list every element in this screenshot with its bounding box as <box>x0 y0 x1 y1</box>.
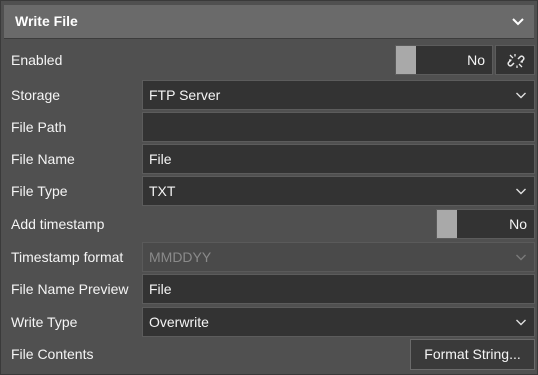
chevron-down-icon <box>516 254 526 261</box>
file-type-value: TXT <box>149 183 176 199</box>
chevron-down-icon <box>516 92 526 99</box>
file-name-label: File Name <box>11 151 75 167</box>
chevron-down-icon[interactable] <box>510 15 526 29</box>
format-string-button[interactable]: Format String... <box>410 339 535 370</box>
timestamp-format-value: MMDDYY <box>149 249 212 265</box>
add-timestamp-label: Add timestamp <box>11 216 105 232</box>
add-timestamp-toggle-value: No <box>509 216 527 232</box>
file-type-select[interactable]: TXT <box>142 176 535 206</box>
storage-select[interactable]: FTP Server <box>142 80 535 110</box>
storage-label: Storage <box>11 87 61 103</box>
panel-title: Write File <box>15 13 78 29</box>
write-type-label: Write Type <box>11 314 78 330</box>
file-name-value: File <box>149 151 172 167</box>
enabled-label: Enabled <box>11 52 63 68</box>
write-type-value: Overwrite <box>149 314 209 330</box>
timestamp-format-select: MMDDYY <box>142 242 535 272</box>
write-file-panel: Write File Enabled No Storage FTP Server… <box>0 0 538 375</box>
file-type-label: File Type <box>11 183 68 199</box>
unlink-icon <box>507 54 525 68</box>
file-path-input[interactable] <box>142 112 535 142</box>
timestamp-format-label: Timestamp format <box>11 249 124 265</box>
file-path-label: File Path <box>11 119 67 135</box>
file-name-preview-label: File Name Preview <box>11 281 129 297</box>
file-name-preview-field: File <box>142 274 535 304</box>
chevron-down-icon <box>516 319 526 326</box>
enabled-toggle-value: No <box>467 52 485 68</box>
toggle-thumb[interactable] <box>437 210 457 238</box>
add-timestamp-toggle[interactable]: No <box>436 209 535 239</box>
file-name-input[interactable]: File <box>142 144 535 174</box>
write-type-select[interactable]: Overwrite <box>142 307 535 337</box>
storage-value: FTP Server <box>149 87 221 103</box>
file-contents-label: File Contents <box>11 346 94 362</box>
chevron-down-icon <box>516 188 526 195</box>
toggle-thumb[interactable] <box>396 46 416 74</box>
enabled-toggle[interactable]: No <box>395 45 493 75</box>
unlink-button[interactable] <box>495 45 535 75</box>
file-name-preview-value: File <box>149 281 172 297</box>
panel-header[interactable]: Write File <box>4 5 534 39</box>
